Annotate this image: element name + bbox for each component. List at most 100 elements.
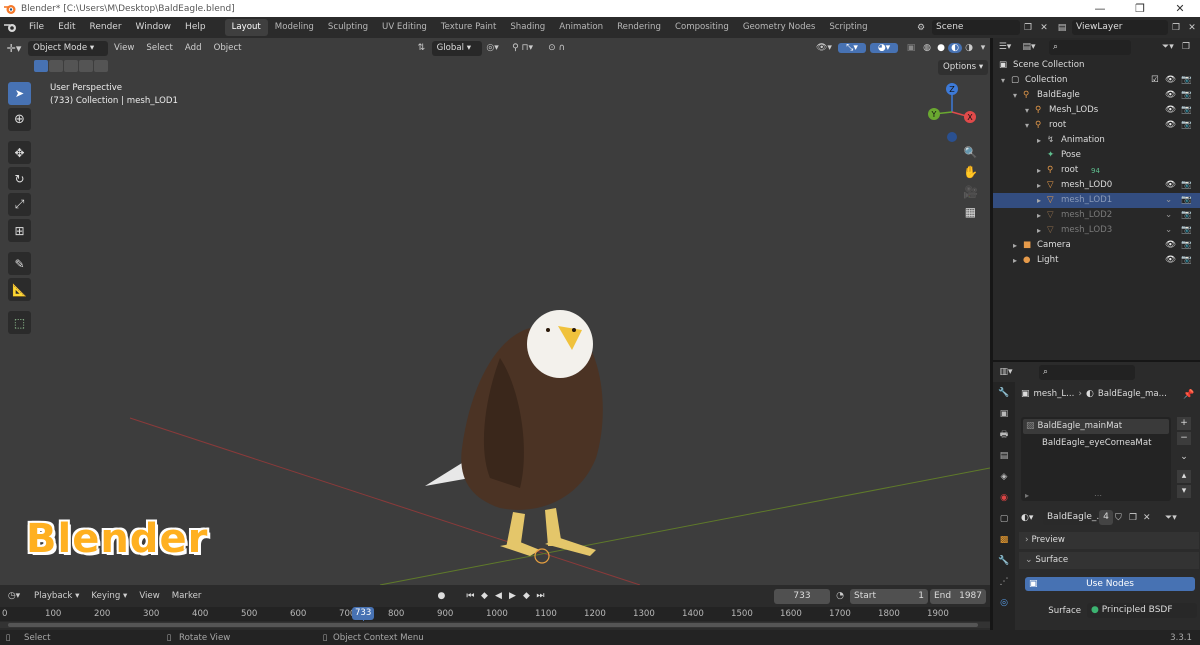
area-divider-horizontal[interactable] — [993, 360, 1200, 362]
tab-tool-properties[interactable]: 🔧 — [993, 382, 1015, 403]
list-resize-handle[interactable]: ▸ ⋯ — [1021, 491, 1171, 500]
viewport-menu-view[interactable]: View — [108, 39, 140, 57]
add-cube-tool[interactable]: ⬚ — [8, 311, 31, 334]
3d-viewport[interactable]: ✛▾ Object Mode ▾ View Select Add Object … — [0, 38, 990, 585]
scene-icon[interactable]: ⚙ — [910, 23, 932, 33]
render-visibility-icon[interactable]: 📷 — [1181, 208, 1192, 223]
timeline-menu-playback[interactable]: Playback ▾ — [28, 587, 85, 605]
expand-arrow-icon[interactable]: ▸ — [1037, 193, 1041, 208]
end-frame-field[interactable]: End 1987 — [930, 588, 986, 604]
add-slot-button[interactable]: + — [1177, 417, 1191, 430]
render-visibility-icon[interactable]: 📷 — [1181, 223, 1192, 238]
move-tool[interactable]: ✥ — [8, 141, 31, 164]
shading-solid-icon[interactable]: ● — [934, 43, 948, 53]
next-keyframe-icon[interactable]: ◆ — [519, 591, 533, 601]
timeline-scrollbar[interactable] — [0, 622, 990, 628]
select-invert-icon[interactable] — [79, 60, 93, 72]
material-browse-icon[interactable]: ◐▾ — [1021, 513, 1041, 523]
render-visibility-icon[interactable]: 📷 — [1181, 193, 1192, 208]
play-reverse-icon[interactable]: ◀ — [491, 591, 505, 601]
visibility-eye-icon[interactable]: 👁 — [1165, 103, 1176, 118]
visibility-eye-icon[interactable]: 👁 — [1165, 118, 1176, 133]
visibility-eye-icon[interactable]: 👁 — [1165, 238, 1176, 253]
outliner-row[interactable]: ✦ Pose — [993, 148, 1200, 163]
tab-rendering[interactable]: Rendering — [610, 19, 668, 36]
tab-particles[interactable]: ⋰ — [993, 571, 1015, 592]
outliner-row[interactable]: ▾ ⚲ root 👁 📷 — [993, 118, 1200, 133]
unlink-material-icon[interactable]: ✕ — [1143, 513, 1155, 523]
new-collection-icon[interactable]: ❐ — [1182, 42, 1200, 52]
tab-layout[interactable]: Layout — [224, 19, 268, 36]
editor-type-icon[interactable]: ✛▾ — [0, 42, 28, 55]
prev-keyframe-icon[interactable]: ◆ — [477, 591, 491, 601]
expand-arrow-icon[interactable]: ▾ — [1013, 88, 1017, 103]
move-slot-up-button[interactable]: ▴ — [1177, 470, 1191, 483]
timeline-editor-icon[interactable]: ◷▾ — [0, 591, 28, 601]
viewport-menu-add[interactable]: Add — [179, 39, 208, 57]
visibility-eye-icon[interactable]: ⌄ — [1165, 208, 1172, 223]
exclude-checkbox[interactable]: ☑ — [1151, 73, 1159, 88]
visibility-eye-icon[interactable]: 👁 — [1165, 88, 1176, 103]
timeline-menu-view[interactable]: View — [133, 587, 165, 605]
tab-uv-editing[interactable]: UV Editing — [375, 19, 434, 36]
tab-shading[interactable]: Shading — [503, 19, 552, 36]
expand-arrow-icon[interactable]: ▾ — [1025, 118, 1029, 133]
gizmo-toggle-icon[interactable]: ⤡▾ — [838, 43, 866, 53]
surface-shader-field[interactable]: ● Principled BSDF — [1087, 603, 1197, 618]
material-slot-1[interactable]: BaldEagle_eyeCorneaMat — [1023, 436, 1169, 451]
expand-arrow-icon[interactable]: ▸ — [1037, 223, 1041, 238]
remove-view-layer-icon[interactable]: ✕ — [1184, 23, 1200, 33]
play-icon[interactable]: ▶ — [505, 591, 519, 601]
jump-start-icon[interactable]: ⏮ — [463, 591, 477, 601]
render-visibility-icon[interactable]: 📷 — [1181, 88, 1192, 103]
duplicate-material-icon[interactable]: ❐ — [1129, 513, 1141, 523]
select-box-tool[interactable]: ➤ — [8, 82, 31, 105]
ortho-grid-icon[interactable]: ▦ — [965, 205, 976, 219]
select-subtract-icon[interactable] — [64, 60, 78, 72]
viewport-menu-object[interactable]: Object — [208, 39, 248, 57]
visibility-eye-icon[interactable]: ⌄ — [1165, 223, 1172, 238]
minimize-button[interactable]: — — [1080, 2, 1120, 15]
visibility-eye-icon[interactable]: 👁 — [1165, 178, 1176, 193]
render-visibility-icon[interactable]: 📷 — [1181, 178, 1192, 193]
material-users-count[interactable]: 4 — [1099, 510, 1113, 525]
jump-end-icon[interactable]: ⏭ — [533, 591, 547, 601]
menu-file[interactable]: File — [22, 17, 51, 38]
pan-hand-icon[interactable]: ✋ — [963, 165, 978, 179]
expand-arrow-icon[interactable]: ▾ — [1001, 73, 1005, 88]
new-view-layer-icon[interactable]: ❐ — [1168, 23, 1184, 33]
visibility-eye-icon[interactable]: 👁 — [1165, 253, 1176, 268]
current-frame-field[interactable]: 733 — [774, 588, 830, 604]
panel-surface[interactable]: ⌄ Surface — [1019, 552, 1199, 569]
tab-modifiers[interactable]: 🔧 — [993, 550, 1015, 571]
close-button[interactable]: ✕ — [1160, 2, 1200, 15]
tab-view-layer[interactable]: ▤ — [993, 445, 1015, 466]
slot-specials-button[interactable]: ⌄ — [1177, 451, 1191, 464]
tab-geometry-nodes[interactable]: Geometry Nodes — [736, 19, 823, 36]
shading-rendered-icon[interactable]: ◑ — [962, 43, 976, 53]
remove-scene-icon[interactable]: ✕ — [1036, 23, 1052, 33]
xray-icon[interactable]: ▣ — [902, 43, 920, 53]
expand-arrow-icon[interactable]: ▸ — [1037, 208, 1041, 223]
tab-object[interactable]: ▩ — [993, 529, 1015, 550]
measure-tool[interactable]: 📐 — [8, 278, 31, 301]
navigation-gizmo[interactable]: Z X Y — [922, 82, 982, 142]
material-slot-0[interactable]: ▨ BaldEagle_mainMat — [1023, 419, 1169, 434]
select-intersect-icon[interactable] — [94, 60, 108, 72]
snap-icon[interactable]: ⚲ ⊓▾ — [504, 43, 542, 53]
remove-slot-button[interactable]: − — [1177, 432, 1191, 445]
menu-help[interactable]: Help — [178, 17, 213, 38]
maximize-button[interactable]: ❐ — [1120, 2, 1160, 15]
object-mode-dropdown[interactable]: Object Mode ▾ — [28, 40, 108, 56]
scale-tool[interactable]: ⤢ — [8, 193, 31, 216]
outliner-row[interactable]: ▸ ▽ mesh_LOD1 ⌄ 📷 — [993, 193, 1200, 208]
shading-wireframe-icon[interactable]: ◍ — [920, 43, 934, 53]
outliner-row[interactable]: ▸ ↯ Animation — [993, 133, 1200, 148]
menu-render[interactable]: Render — [83, 17, 129, 38]
annotate-tool[interactable]: ✎ — [8, 252, 31, 275]
cursor-tool[interactable]: ⊕ — [8, 108, 31, 131]
timeline-scroll-thumb[interactable] — [8, 623, 978, 627]
shading-material-icon[interactable]: ◐ — [948, 43, 962, 53]
options-dropdown[interactable]: Options ▾ — [938, 60, 989, 75]
rotate-tool[interactable]: ↻ — [8, 167, 31, 190]
